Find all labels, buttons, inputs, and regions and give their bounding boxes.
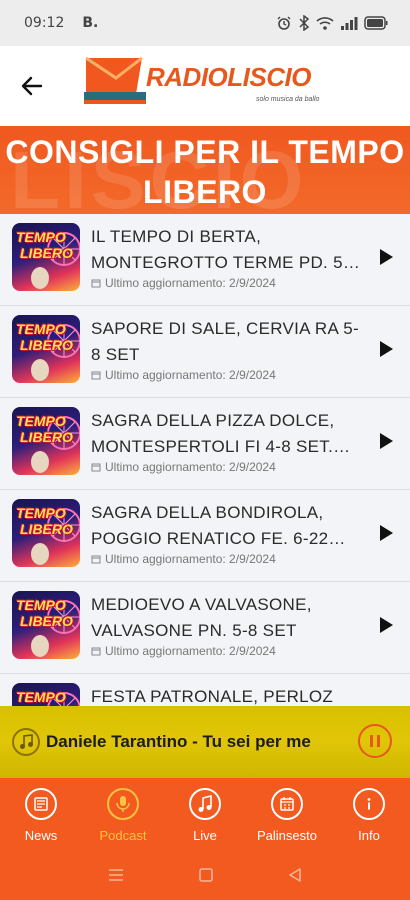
nav-news[interactable]: News	[0, 778, 82, 850]
logo-brand: RADIO	[146, 62, 228, 92]
battery-icon	[364, 16, 388, 30]
bottom-navigation: News Podcast Live Palinsesto Info	[0, 778, 410, 850]
podcast-thumbnail: TEMPO LIBERO	[12, 499, 80, 567]
status-time: 09:12	[24, 15, 65, 31]
play-icon[interactable]	[378, 616, 394, 634]
list-item[interactable]: TEMPO LIBERO SAGRA DELLA PIZZA DOLCE, MO…	[0, 398, 410, 490]
calendar-icon	[91, 647, 101, 656]
calendar-icon	[91, 555, 101, 564]
thumbnail-text-2: LIBERO	[20, 337, 73, 353]
logo-text: RADIOLISCIO	[146, 62, 311, 93]
thumbnail-text-2: LIBERO	[20, 245, 73, 261]
nav-palinsesto-label: Palinsesto	[257, 828, 317, 843]
podcast-list: TEMPO LIBERO IL TEMPO DI BERTA, MONTEGRO…	[0, 214, 410, 714]
category-banner: LISCIO CONSIGLI PER IL TEMPO LIBERO	[0, 126, 410, 214]
thumbnail-text-2: LIBERO	[20, 521, 73, 537]
status-icons	[276, 15, 388, 31]
item-title: SAPORE DI SALE, CERVIA RA 5-8 SET	[91, 319, 359, 364]
list-item[interactable]: TEMPO LIBERO IL TEMPO DI BERTA, MONTEGRO…	[0, 214, 410, 306]
item-updated: Ultimo aggiornamento: 2/9/2024	[105, 644, 276, 658]
item-updated: Ultimo aggiornamento: 2/9/2024	[105, 368, 276, 382]
status-notification: B.	[82, 15, 99, 31]
back-triangle-icon[interactable]	[288, 868, 302, 882]
calendar-icon	[91, 371, 101, 380]
now-playing-bar[interactable]: Daniele Tarantino - Tu sei per me	[0, 706, 410, 778]
microphone-icon	[107, 788, 139, 820]
thumbnail-text-1: TEMPO	[16, 597, 66, 613]
thumbnail-text-1: TEMPO	[16, 689, 66, 705]
logo-tagline: solo musica da ballo	[256, 96, 320, 103]
list-item[interactable]: TEMPO LIBERO MEDIOEVO A VALVASONE, VALVA…	[0, 582, 410, 674]
nav-live[interactable]: Live	[164, 778, 246, 850]
arrow-left-icon	[21, 76, 43, 96]
music-note-icon	[189, 788, 221, 820]
bluetooth-icon	[299, 15, 310, 31]
play-icon[interactable]	[378, 432, 394, 450]
music-note-icon	[12, 728, 40, 756]
thumbnail-text-1: TEMPO	[16, 229, 66, 245]
logo-envelope-icon	[84, 56, 146, 104]
item-title: IL TEMPO DI BERTA, MONTEGROTTO TERME PD.…	[91, 227, 359, 272]
item-meta: Ultimo aggiornamento: 2/9/2024	[91, 552, 276, 566]
thumbnail-text-1: TEMPO	[16, 505, 66, 521]
thumbnail-text-1: TEMPO	[16, 413, 66, 429]
item-title: SAGRA DELLA BONDIROLA, POGGIO RENATICO F…	[91, 503, 329, 548]
status-bar: 09:12 B.	[0, 0, 410, 46]
home-icon[interactable]	[199, 868, 213, 882]
item-meta: Ultimo aggiornamento: 2/9/2024	[91, 460, 276, 474]
podcast-thumbnail: TEMPO LIBERO	[12, 223, 80, 291]
calendar-icon	[91, 463, 101, 472]
signal-icon	[341, 17, 358, 30]
list-item[interactable]: TEMPO LIBERO SAGRA DELLA BONDIROLA, POGG…	[0, 490, 410, 582]
nav-live-label: Live	[193, 828, 217, 843]
nav-info[interactable]: Info	[328, 778, 410, 850]
pause-icon	[370, 735, 380, 747]
news-icon	[25, 788, 57, 820]
nav-podcast[interactable]: Podcast	[82, 778, 164, 850]
thumbnail-text-1: TEMPO	[16, 321, 66, 337]
back-button[interactable]	[16, 70, 48, 102]
item-meta: Ultimo aggiornamento: 2/9/2024	[91, 644, 276, 658]
play-icon[interactable]	[378, 248, 394, 266]
item-updated: Ultimo aggiornamento: 2/9/2024	[105, 276, 276, 290]
podcast-thumbnail: TEMPO LIBERO	[12, 407, 80, 475]
nav-news-label: News	[24, 828, 58, 843]
menu-icon[interactable]	[108, 868, 124, 882]
item-updated: Ultimo aggiornamento: 2/9/2024	[105, 460, 276, 474]
item-meta: Ultimo aggiornamento: 2/9/2024	[91, 368, 276, 382]
nav-palinsesto[interactable]: Palinsesto	[246, 778, 328, 850]
alarm-icon	[277, 16, 291, 30]
thumbnail-text-2: LIBERO	[20, 429, 73, 445]
calendar-icon	[271, 788, 303, 820]
item-updated: Ultimo aggiornamento: 2/9/2024	[105, 552, 276, 566]
banner-title-line1: CONSIGLI PER IL TEMPO	[5, 134, 405, 170]
list-item[interactable]: TEMPO LIBERO SAPORE DI SALE, CERVIA RA 5…	[0, 306, 410, 398]
info-icon	[353, 788, 385, 820]
thumbnail-text-2: LIBERO	[20, 613, 73, 629]
radioliscio-logo: RADIOLISCIO solo musica da ballo	[84, 56, 330, 112]
item-title: SAGRA DELLA PIZZA DOLCE, MONTESPERTOLI F…	[91, 411, 335, 456]
podcast-thumbnail: TEMPO LIBERO	[12, 591, 80, 659]
item-meta: Ultimo aggiornamento: 2/9/2024	[91, 276, 276, 290]
calendar-icon	[91, 279, 101, 288]
logo-brand-bold: LISCIO	[227, 62, 311, 92]
nav-info-label: Info	[358, 828, 380, 843]
system-navigation-bar	[0, 850, 410, 900]
banner-title-line2: LIBERO	[143, 174, 267, 210]
pause-button[interactable]	[358, 724, 392, 758]
wifi-icon	[316, 17, 334, 30]
app-header: RADIOLISCIO solo musica da ballo	[0, 46, 410, 126]
now-playing-title: Daniele Tarantino - Tu sei per me	[46, 732, 311, 751]
podcast-thumbnail: TEMPO LIBERO	[12, 315, 80, 383]
banner-title: CONSIGLI PER IL TEMPO LIBERO	[0, 132, 410, 212]
nav-podcast-label: Podcast	[99, 828, 147, 843]
item-title: MEDIOEVO A VALVASONE, VALVASONE PN. 5-8 …	[91, 595, 312, 640]
play-icon[interactable]	[378, 524, 394, 542]
play-icon[interactable]	[378, 340, 394, 358]
